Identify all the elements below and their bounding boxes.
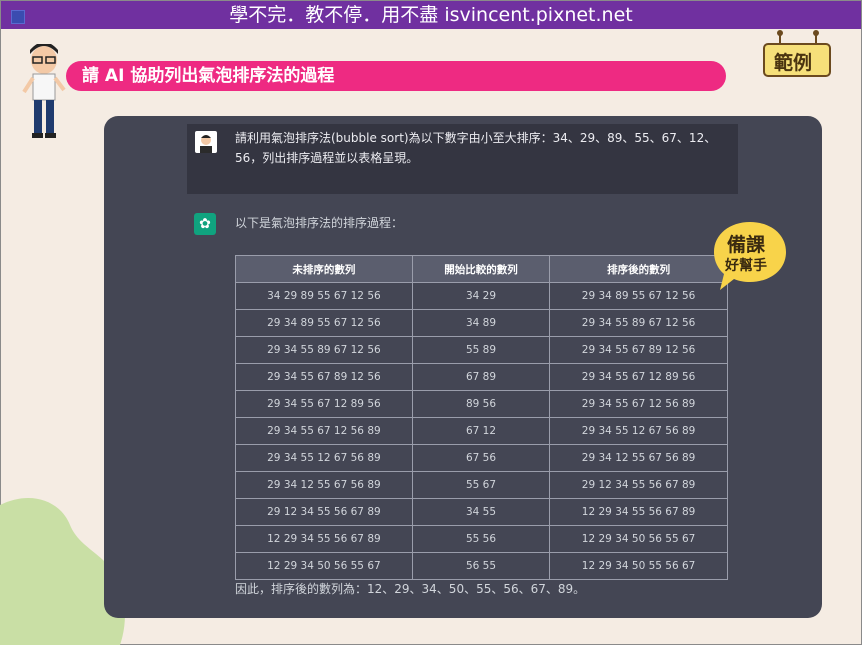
table-row: 29 34 55 67 12 89 56 89 56 29 34 55 67 12 … — [235, 390, 728, 418]
user-face-icon — [200, 135, 212, 153]
banner-text: 學不完．教不停．用不盡 isvincent.pixnet.net — [229, 4, 633, 26]
user-avatar — [195, 131, 217, 153]
table-cell: 29 12 34 55 56 67 89 — [235, 498, 413, 526]
example-sign: 範例 — [760, 30, 836, 84]
table-cell: 29 34 12 55 67 56 89 — [549, 444, 728, 472]
table-cell: 29 34 55 12 67 56 89 — [549, 417, 728, 445]
table-row: 29 34 55 89 67 12 56 55 89 29 34 55 67 89 … — [235, 336, 728, 364]
column-header: 排序後的數列 — [549, 255, 728, 283]
table-cell: 29 34 89 55 67 12 56 — [549, 282, 728, 310]
presenter-avatar-icon — [22, 44, 66, 138]
table-cell: 55 89 — [411, 336, 551, 364]
table-row: 29 34 55 67 89 12 56 67 89 29 34 55 67 12 … — [235, 363, 728, 391]
menu-icon[interactable] — [11, 10, 25, 24]
table-row: 12 29 34 50 56 55 67 56 55 12 29 34 50 55 … — [235, 552, 728, 580]
table-cell: 29 34 55 67 89 12 56 — [549, 336, 728, 364]
table-cell: 55 67 — [411, 471, 551, 499]
table-cell: 34 55 — [411, 498, 551, 526]
table-row: 29 34 55 12 67 56 89 67 56 29 34 12 55 67 … — [235, 444, 728, 472]
table-cell: 29 34 55 12 67 56 89 — [235, 444, 413, 472]
badge-line1: 備課 — [727, 234, 766, 256]
chatgpt-logo-icon: ✿ — [194, 213, 216, 235]
table-cell: 29 34 12 55 67 56 89 — [235, 471, 413, 499]
table-cell: 67 12 — [411, 417, 551, 445]
table-cell: 29 34 55 67 89 12 56 — [235, 363, 413, 391]
table-cell: 56 55 — [411, 552, 551, 580]
table-row: 29 34 12 55 67 56 89 55 67 29 12 34 55 56 … — [235, 471, 728, 499]
response-intro: 以下是氣泡排序法的排序過程： — [235, 216, 404, 230]
table-cell: 12 29 34 50 55 56 67 — [549, 552, 728, 580]
response-conclusion: 因此，排序後的數列為：12、29、34、50、55、56、67、89。 — [235, 582, 586, 596]
table-cell: 29 34 55 89 67 12 56 — [549, 309, 728, 337]
bubble-sort-table: 未排序的數列 開始比較的數列 排序後的數列 34 29 89 55 67 12 … — [235, 255, 728, 580]
table-cell: 34 89 — [411, 309, 551, 337]
top-banner: 學不完．教不停．用不盡 isvincent.pixnet.net — [1, 1, 861, 29]
table-cell: 29 34 55 67 12 56 89 — [235, 417, 413, 445]
table-cell: 34 29 — [411, 282, 551, 310]
table-row: 12 29 34 55 56 67 89 55 56 12 29 34 50 56 … — [235, 525, 728, 553]
table-cell: 29 12 34 55 56 67 89 — [549, 471, 728, 499]
badge-line2: 好幫手 — [725, 258, 767, 274]
table-row: 29 34 89 55 67 12 56 34 89 29 34 55 89 67 … — [235, 309, 728, 337]
table-cell: 29 34 55 67 12 89 56 — [235, 390, 413, 418]
slide-title: 請 AI 協助列出氣泡排序法的過程 — [66, 61, 726, 91]
table-row: 29 12 34 55 56 67 89 34 55 12 29 34 55 56 … — [235, 498, 728, 526]
user-prompt: 請利用氣泡排序法(bubble sort)為以下數字由小至大排序：34、29、8… — [235, 131, 717, 165]
table-cell: 29 34 89 55 67 12 56 — [235, 309, 413, 337]
table-cell: 89 56 — [411, 390, 551, 418]
table-row: 29 34 55 67 12 56 89 67 12 29 34 55 12 67 … — [235, 417, 728, 445]
sign-label: 範例 — [774, 52, 813, 74]
table-cell: 29 34 55 89 67 12 56 — [235, 336, 413, 364]
table-cell: 34 29 89 55 67 12 56 — [235, 282, 413, 310]
table-cell: 29 34 55 67 12 89 56 — [549, 363, 728, 391]
table-cell: 12 29 34 50 56 55 67 — [549, 525, 728, 553]
table-cell: 55 56 — [411, 525, 551, 553]
table-cell: 12 29 34 50 56 55 67 — [235, 552, 413, 580]
table-cell: 67 56 — [411, 444, 551, 472]
table-cell: 29 34 55 67 12 56 89 — [549, 390, 728, 418]
table-cell: 67 89 — [411, 363, 551, 391]
table-header-row: 未排序的數列 開始比較的數列 排序後的數列 — [235, 255, 728, 283]
column-header: 開始比較的數列 — [411, 255, 551, 283]
table-cell: 12 29 34 55 56 67 89 — [235, 525, 413, 553]
teaching-helper-badge: 備課 好幫手 — [712, 220, 788, 296]
table-cell: 12 29 34 55 56 67 89 — [549, 498, 728, 526]
column-header: 未排序的數列 — [235, 255, 413, 283]
table-row: 34 29 89 55 67 12 56 34 29 29 34 89 55 67 … — [235, 282, 728, 310]
